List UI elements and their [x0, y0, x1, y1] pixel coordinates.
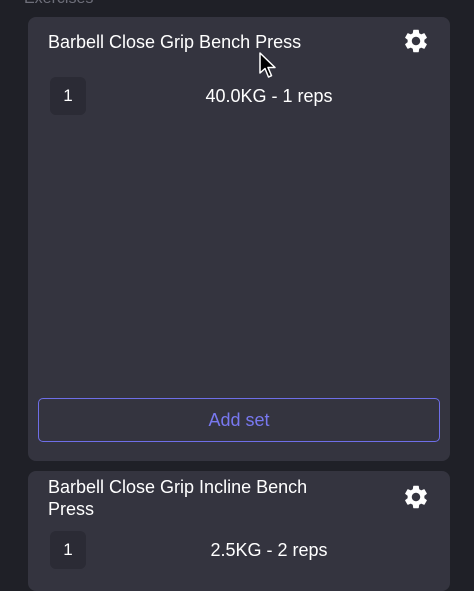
set-row[interactable]: 1 2.5KG - 2 reps: [48, 531, 430, 571]
set-value: 2.5KG - 2 reps: [210, 540, 328, 560]
gear-icon[interactable]: [402, 27, 430, 55]
exercise-card: Barbell Close Grip Bench Press 1 40.0KG …: [28, 17, 450, 461]
exercise-card: Barbell Close Grip Incline Bench Press 1…: [28, 471, 450, 591]
gear-icon[interactable]: [402, 483, 430, 511]
add-set-button[interactable]: Add set: [38, 398, 440, 442]
set-number-badge: 1: [50, 77, 86, 115]
exercise-title: Barbell Close Grip Incline Bench Press: [48, 477, 308, 519]
set-row[interactable]: 1 40.0KG - 1 reps: [48, 77, 430, 117]
exercise-title: Barbell Close Grip Bench Press: [48, 32, 302, 52]
set-number-badge: 1: [50, 531, 86, 569]
section-header: Exercises: [24, 0, 93, 8]
set-value: 40.0KG - 1 reps: [205, 86, 333, 106]
